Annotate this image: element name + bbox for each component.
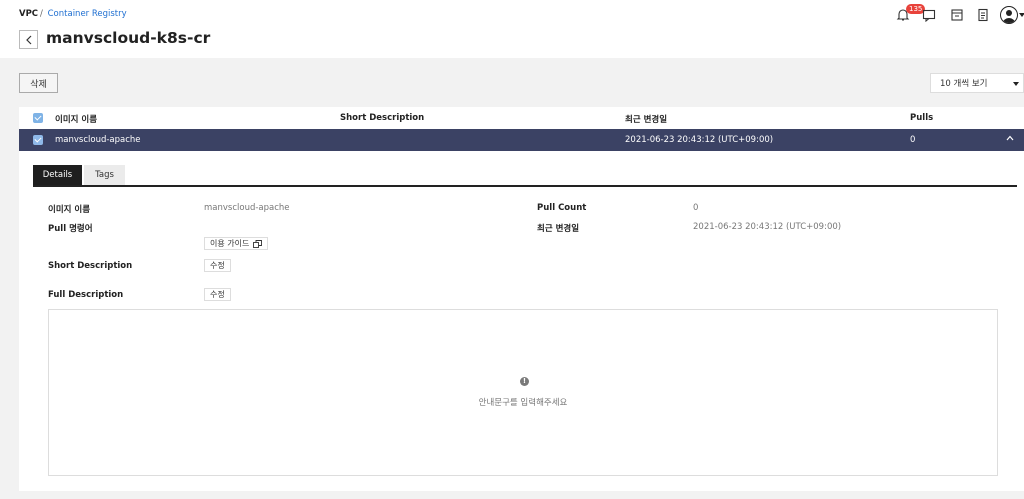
table-header: 이미지 이름 Short Description 최근 변경일 Pulls: [19, 107, 1024, 129]
detail-panel: Details Tags 이미지 이름 manvscloud-apache Pu…: [19, 151, 1024, 491]
column-header-image-name[interactable]: 이미지 이름: [55, 113, 97, 125]
user-avatar-icon[interactable]: [1000, 6, 1018, 24]
chevron-down-icon: [1013, 82, 1019, 86]
select-all-checkbox[interactable]: [33, 113, 43, 123]
row-checkbox[interactable]: [33, 135, 43, 145]
chevron-left-icon: [25, 35, 31, 44]
chat-icon[interactable]: [922, 8, 936, 22]
page-size-select[interactable]: 10 개씩 보기: [930, 73, 1024, 93]
breadcrumb-root[interactable]: VPC: [19, 9, 38, 19]
column-header-pulls[interactable]: Pulls: [910, 113, 933, 123]
delete-button[interactable]: 삭제: [19, 73, 58, 93]
page-title: manvscloud-k8s-cr: [46, 29, 211, 47]
pull-count-value: 0: [693, 203, 699, 213]
short-description-label: Short Description: [48, 261, 133, 271]
tab-tags[interactable]: Tags: [84, 165, 125, 185]
breadcrumb-link[interactable]: Container Registry: [48, 9, 127, 19]
back-button[interactable]: [19, 30, 38, 49]
info-icon: !: [520, 377, 529, 386]
usage-guide-label: 이용 가이드: [210, 239, 250, 248]
row-updated: 2021-06-23 20:43:12 (UTC+09:00): [625, 135, 774, 145]
page-size-label: 10 개씩 보기: [940, 79, 988, 89]
edit-full-description-button[interactable]: 수정: [204, 288, 231, 301]
chevron-up-icon[interactable]: [1006, 134, 1014, 142]
full-description-box: ! 안내문구를 입력해주세요: [48, 309, 998, 476]
breadcrumb: VPC / Container Registry: [19, 9, 127, 19]
image-name-value: manvscloud-apache: [204, 203, 290, 213]
archive-icon[interactable]: [950, 8, 964, 22]
updated-value: 2021-06-23 20:43:12 (UTC+09:00): [693, 222, 842, 232]
placeholder-text: 안내문구를 입력해주세요: [478, 398, 568, 408]
pull-command-label: Pull 명령어: [48, 224, 93, 234]
image-name-label: 이미지 이름: [48, 205, 91, 215]
chevron-down-icon[interactable]: [1019, 13, 1024, 17]
breadcrumb-separator: /: [40, 9, 43, 19]
top-icon-bar: 135: [894, 4, 1024, 28]
edit-short-description-button[interactable]: 수정: [204, 259, 231, 272]
column-header-updated[interactable]: 최근 변경일: [625, 113, 667, 125]
full-description-label: Full Description: [48, 290, 124, 300]
copy-icon: [253, 239, 263, 248]
column-header-short-description[interactable]: Short Description: [340, 113, 424, 123]
row-pulls: 0: [910, 135, 916, 145]
row-image-name: manvscloud-apache: [55, 135, 141, 145]
page-header: VPC / Container Registry manvscloud-k8s-c…: [0, 0, 1024, 58]
table-row[interactable]: manvscloud-apache 2021-06-23 20:43:12 (U…: [19, 129, 1024, 151]
pull-count-label: Pull Count: [537, 203, 587, 213]
tab-details[interactable]: Details: [33, 165, 82, 185]
usage-guide-button[interactable]: 이용 가이드: [204, 237, 269, 250]
updated-label: 최근 변경일: [537, 224, 580, 234]
document-icon[interactable]: [976, 8, 990, 22]
tabs-divider: [33, 185, 1017, 187]
